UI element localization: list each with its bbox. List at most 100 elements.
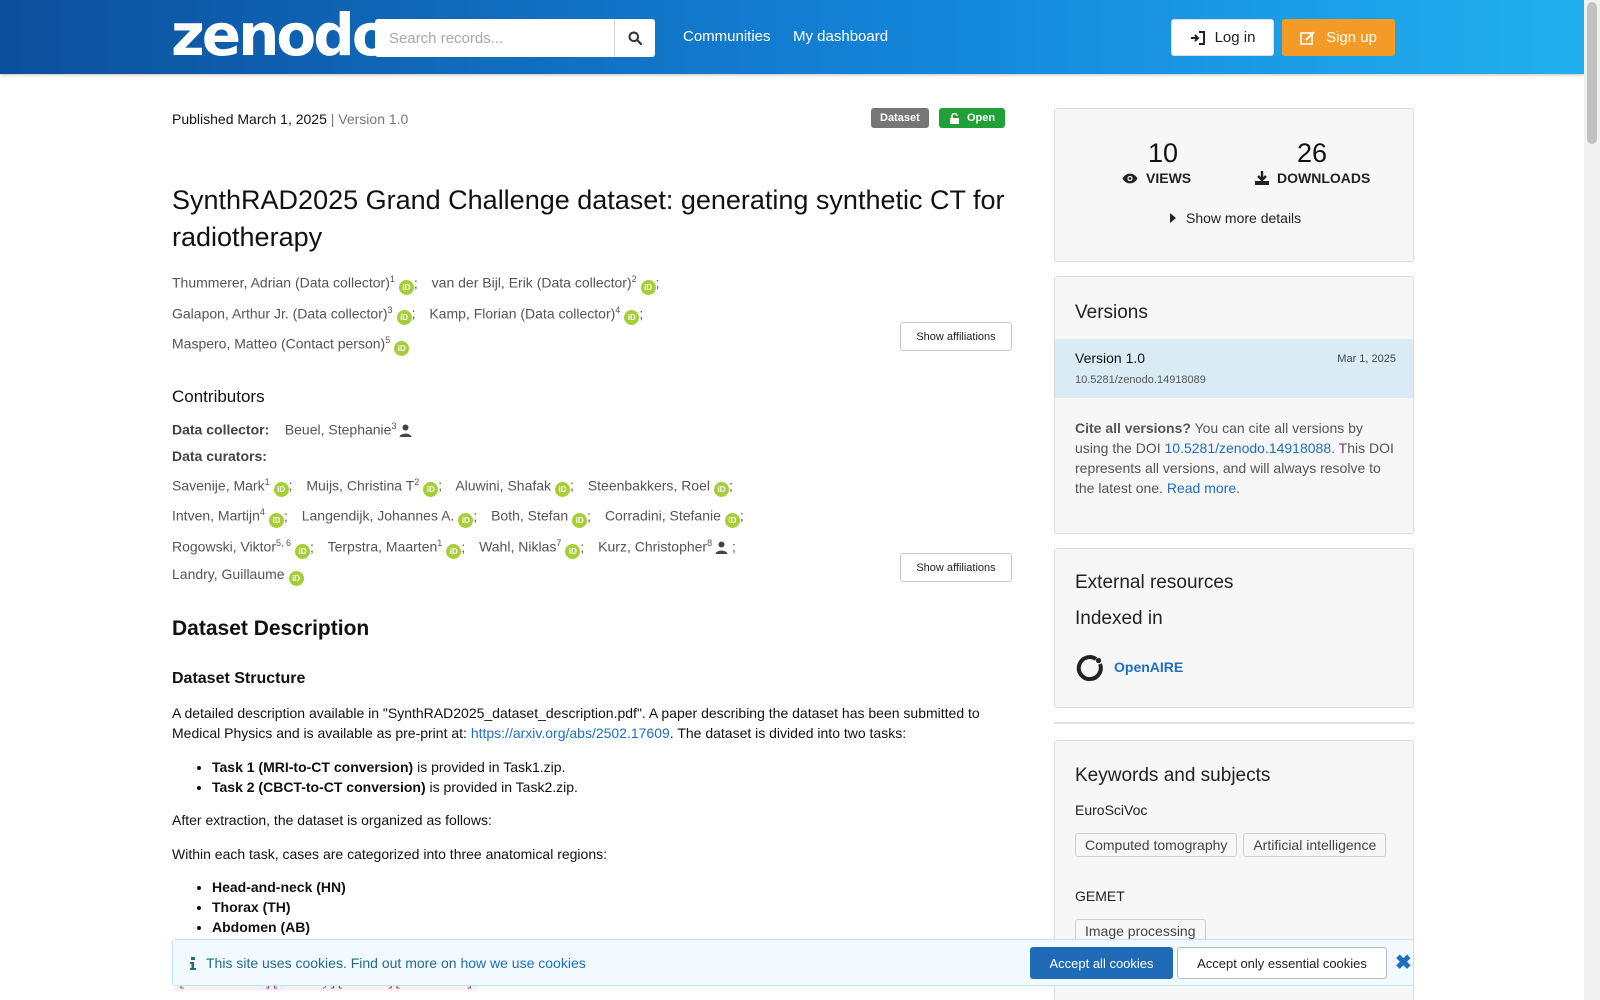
contributors-heading: Contributors — [172, 387, 265, 406]
orcid-icon[interactable]: iD — [724, 512, 740, 528]
list-item: Task 1 (MRI-to-CT conversion) is provide… — [212, 757, 578, 777]
zenodo-logo[interactable]: zenodo — [171, 5, 392, 65]
views-count: 10 — [1147, 138, 1179, 168]
orcid-icon[interactable]: iD — [624, 310, 640, 326]
keyword-tag[interactable]: Artificial intelligence — [1243, 833, 1387, 857]
signup-button[interactable]: Sign up — [1282, 19, 1395, 56]
unlock-icon — [950, 112, 959, 124]
cookie-policy-link[interactable]: how we use cookies — [460, 955, 585, 971]
show-affiliations-contributors-button[interactable]: Show affiliations — [900, 553, 1012, 582]
orcid-icon[interactable]: iD — [268, 512, 284, 528]
published-date: Published March 1, 2025 — [172, 111, 327, 127]
scrollbar-thumb[interactable] — [1587, 2, 1597, 144]
show-affiliations-creators-button[interactable]: Show affiliations — [900, 322, 1012, 351]
curator-name[interactable]: Intven, Martijn — [172, 508, 260, 524]
caret-right-icon — [1170, 213, 1176, 223]
version-item-doi: 10.5281/zenodo.14918089 — [1075, 374, 1206, 386]
sign-in-icon — [1190, 30, 1205, 45]
orcid-icon[interactable]: iD — [398, 279, 414, 295]
orcid-icon[interactable]: iD — [295, 543, 311, 559]
creator-row: Maspero, Matteo (Contact person)5iD — [172, 327, 1012, 358]
curator-name[interactable]: Kurz, Christopher — [598, 539, 707, 555]
search-input[interactable] — [375, 19, 614, 57]
signup-label: Sign up — [1326, 29, 1377, 46]
read-more-link[interactable]: Read more — [1167, 480, 1236, 496]
curator-row: Landry, Guillaume iD — [172, 561, 1012, 588]
accept-essential-cookies-button[interactable]: Accept only essential cookies — [1177, 947, 1387, 979]
gemet-label: GEMET — [1075, 888, 1125, 904]
curator-name[interactable]: Both, Stefan — [491, 508, 568, 524]
eye-icon — [1122, 173, 1138, 183]
nav-my-dashboard[interactable]: My dashboard — [793, 28, 888, 45]
contributors-list: Data collector: Beuel, Stephanie3 Data c… — [172, 413, 1012, 588]
show-more-details-toggle[interactable]: Show more details — [1170, 210, 1301, 226]
creator-name[interactable]: Kamp, Florian (Data collector) — [429, 305, 615, 321]
curator-name[interactable]: Langendijk, Johannes A. — [302, 508, 455, 524]
curator-name[interactable]: Steenbakkers, Roel — [588, 477, 710, 493]
accept-all-cookies-button[interactable]: Accept all cookies — [1030, 947, 1173, 979]
openaire-link[interactable]: OpenAIRE — [1114, 659, 1183, 675]
concept-doi-link[interactable]: 10.5281/zenodo.14918088 — [1165, 440, 1332, 456]
stats-card: 10 VIEWS 26 DOWNLOADS Show more details — [1054, 108, 1414, 262]
sidebar-divider — [1054, 722, 1414, 724]
login-label: Log in — [1214, 29, 1256, 46]
orcid-icon[interactable]: iD — [394, 340, 410, 356]
curator-row: Rogowski, Viktor5, 6iD; Terpstra, Maarte… — [172, 530, 1012, 561]
cookie-banner: This site uses cookies. Find out more on… — [172, 939, 1414, 986]
login-button[interactable]: Log in — [1171, 19, 1274, 56]
orcid-icon[interactable]: iD — [565, 543, 581, 559]
curator-name[interactable]: Landry, Guillaume — [172, 566, 285, 582]
creator-name[interactable]: Thummerer, Adrian (Data collector) — [172, 275, 390, 291]
orcid-icon[interactable]: iD — [458, 512, 474, 528]
keyword-tag[interactable]: Computed tomography — [1075, 833, 1238, 857]
close-icon[interactable]: ✖ — [1395, 950, 1412, 975]
curator-name[interactable]: Rogowski, Viktor — [172, 539, 276, 555]
downloads-label: DOWNLOADS — [1255, 170, 1370, 186]
resource-type-badge: Dataset — [871, 108, 929, 128]
orcid-icon[interactable]: iD — [555, 482, 571, 498]
creators-list: Thummerer, Adrian (Data collector)1iD; v… — [172, 266, 1012, 358]
curator-name[interactable]: Aluwini, Shafak — [455, 477, 551, 493]
orcid-icon[interactable]: iD — [423, 482, 439, 498]
downloads-count: 26 — [1296, 138, 1328, 168]
versions-title: Versions — [1075, 302, 1148, 323]
description-paragraph: After extraction, the dataset is organiz… — [172, 812, 492, 828]
search-icon — [628, 31, 642, 45]
nav-communities[interactable]: Communities — [683, 28, 771, 45]
openaire-logo-icon — [1076, 655, 1103, 682]
regions-list: Head-and-neck (HN) Thorax (TH) Abdomen (… — [212, 877, 346, 937]
description-paragraph: Within each task, cases are categorized … — [172, 846, 608, 862]
contributor-name[interactable]: Beuel, Stephanie — [285, 422, 392, 438]
orcid-icon[interactable]: iD — [446, 543, 462, 559]
arxiv-link[interactable]: https://arxiv.org/abs/2502.17609 — [471, 725, 670, 741]
orcid-icon[interactable]: iD — [396, 310, 412, 326]
orcid-icon[interactable]: iD — [572, 512, 588, 528]
creator-name[interactable]: van der Bijl, Erik (Data collector) — [432, 275, 632, 291]
search-bar — [375, 19, 655, 57]
description-paragraph: A detailed description available in "Syn… — [172, 705, 980, 741]
record-title: SynthRAD2025 Grand Challenge dataset: ge… — [172, 185, 1005, 252]
list-item: Thorax (TH) — [212, 897, 346, 917]
info-icon — [190, 956, 196, 970]
search-button[interactable] — [614, 19, 655, 57]
orcid-icon[interactable]: iD — [714, 482, 729, 498]
creator-name[interactable]: Maspero, Matteo (Contact person) — [172, 336, 385, 352]
data-collector-label: Data collector: — [172, 421, 270, 438]
creator-name[interactable]: Galapon, Arthur Jr. (Data collector) — [172, 305, 388, 321]
curator-name[interactable]: Corradini, Stefanie — [605, 508, 721, 524]
edit-icon — [1300, 31, 1315, 45]
curator-name[interactable]: Savenije, Mark — [172, 477, 265, 493]
top-header: zenodo Communities My dashboard Log in S… — [0, 0, 1584, 74]
page-scrollbar[interactable] — [1584, 0, 1600, 1000]
orcid-icon[interactable]: iD — [640, 279, 656, 295]
orcid-icon[interactable]: iD — [273, 482, 289, 498]
curator-name[interactable]: Muijs, Christina T — [306, 477, 414, 493]
version-item-label[interactable]: Version 1.0 — [1075, 350, 1145, 366]
version-item[interactable]: Version 1.0 Mar 1, 2025 10.5281/zenodo.1… — [1055, 339, 1413, 398]
orcid-icon[interactable]: iD — [288, 570, 304, 586]
curator-name[interactable]: Terpstra, Maarten — [328, 539, 438, 555]
curator-name[interactable]: Wahl, Niklas — [479, 539, 556, 555]
data-curators-label: Data curators: — [172, 447, 267, 464]
curator-row: Intven, Martijn4iD; Langendijk, Johannes… — [172, 499, 1012, 530]
creator-row: Galapon, Arthur Jr. (Data collector)3iD;… — [172, 297, 1012, 328]
